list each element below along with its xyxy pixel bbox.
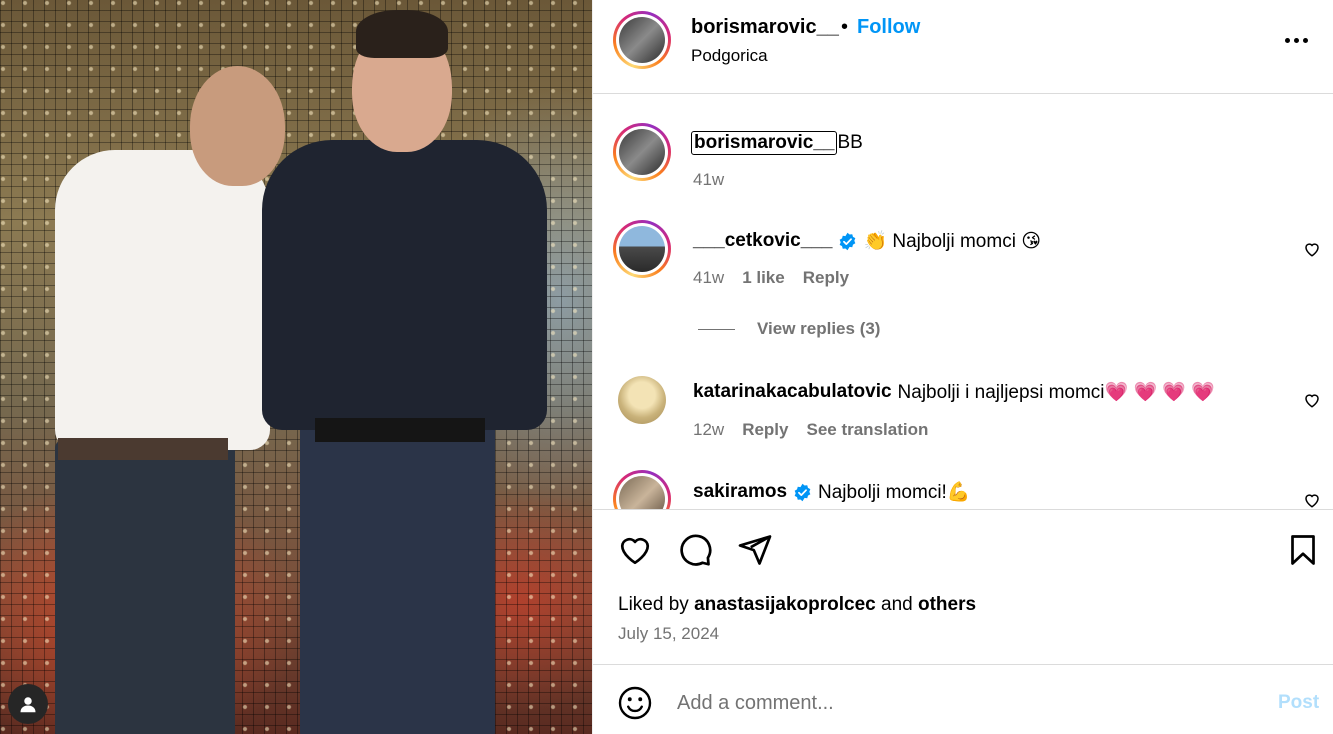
comment-text: 👏 Najbolji momci 😘 bbox=[863, 231, 1042, 252]
right-man-shirt bbox=[262, 140, 547, 430]
comment-time[interactable]: 12w bbox=[693, 420, 724, 440]
post-side-panel: borismarovic__ • Follow Podgorica borism… bbox=[592, 0, 1333, 734]
comment-meta: 12w Reply See translation bbox=[693, 420, 928, 440]
caption-username[interactable]: borismarovic__ bbox=[691, 131, 838, 155]
comment-username[interactable]: katarinakacabulatovic bbox=[693, 381, 892, 403]
post-location[interactable]: Podgorica bbox=[691, 46, 768, 66]
comment-avatar[interactable] bbox=[613, 470, 671, 509]
author-username[interactable]: borismarovic__ bbox=[691, 16, 839, 39]
comment-reply-button[interactable]: Reply bbox=[803, 268, 849, 288]
comment-input[interactable] bbox=[677, 688, 1267, 718]
left-man-belt bbox=[58, 438, 228, 460]
author-avatar[interactable] bbox=[613, 11, 671, 69]
comment-like-heart-icon[interactable] bbox=[1303, 391, 1321, 409]
post-photo[interactable] bbox=[0, 0, 592, 734]
verified-badge-icon bbox=[840, 232, 856, 250]
emoji-icon[interactable] bbox=[617, 685, 653, 721]
more-options-icon[interactable] bbox=[1285, 30, 1315, 50]
liked-by-prefix: Liked by bbox=[618, 594, 689, 615]
bookmark-icon[interactable] bbox=[1285, 532, 1321, 568]
comment-icon[interactable] bbox=[677, 532, 713, 568]
caption-avatar[interactable] bbox=[613, 123, 671, 181]
view-replies-button[interactable]: View replies (3) bbox=[698, 319, 880, 339]
heart-icon[interactable] bbox=[617, 532, 653, 568]
see-translation-button[interactable]: See translation bbox=[806, 420, 928, 440]
add-comment-bar: Post bbox=[593, 666, 1333, 734]
comment-line: sakiramos Najbolji momci!💪 bbox=[693, 480, 970, 504]
right-man-belt bbox=[315, 418, 485, 442]
right-man-trousers bbox=[300, 420, 495, 734]
send-icon[interactable] bbox=[737, 532, 773, 568]
comment-text: Najbolji i najljepsi momci💗 💗 💗 💗 bbox=[897, 382, 1215, 403]
post-date[interactable]: July 15, 2024 bbox=[618, 624, 719, 644]
view-replies-line bbox=[698, 328, 735, 330]
header-separator: • bbox=[841, 16, 849, 38]
liked-by-line: Liked by anastasijakoprolcec and others bbox=[618, 594, 976, 616]
comment-avatar[interactable] bbox=[618, 376, 666, 424]
caption-meta: 41w bbox=[693, 170, 724, 190]
caption-time[interactable]: 41w bbox=[693, 170, 724, 190]
post-comment-button[interactable]: Post bbox=[1278, 692, 1319, 714]
comment-username[interactable]: sakiramos bbox=[693, 481, 787, 503]
comment-meta: 41w 1 like Reply bbox=[693, 268, 849, 288]
comment-avatar[interactable] bbox=[613, 220, 671, 278]
tagged-users-button[interactable] bbox=[8, 684, 48, 724]
caption-text: BB bbox=[837, 132, 863, 153]
liked-by-others[interactable]: others bbox=[918, 594, 976, 615]
left-man-trousers bbox=[55, 440, 235, 734]
comments-list[interactable]: borismarovic__ BB 41w ___cetkovic___ 👏 Na… bbox=[593, 95, 1333, 509]
comment-line: ___cetkovic___ 👏 Najbolji momci 😘 bbox=[693, 229, 1041, 253]
right-man-hair bbox=[356, 10, 448, 58]
left-man-head bbox=[190, 66, 285, 186]
post-header: borismarovic__ • Follow Podgorica bbox=[593, 0, 1333, 94]
comment-reply-button[interactable]: Reply bbox=[742, 420, 788, 440]
comment-username[interactable]: ___cetkovic___ bbox=[693, 230, 832, 252]
liked-by-user[interactable]: anastasijakoprolcec bbox=[694, 594, 876, 615]
comment-likes[interactable]: 1 like bbox=[742, 268, 785, 288]
comment-like-heart-icon[interactable] bbox=[1303, 491, 1321, 509]
liked-by-conj: and bbox=[881, 594, 913, 615]
left-man-shirt bbox=[55, 150, 270, 450]
comment-text: Najbolji momci!💪 bbox=[818, 482, 971, 503]
caption-line: borismarovic__ BB bbox=[691, 131, 863, 155]
user-icon bbox=[20, 697, 36, 713]
comment-line: katarinakacabulatovic Najbolji i najljep… bbox=[693, 380, 1215, 404]
post-actions: Liked by anastasijakoprolcec and others … bbox=[593, 509, 1333, 665]
comment-time[interactable]: 41w bbox=[693, 268, 724, 288]
verified-badge-icon bbox=[794, 483, 811, 501]
comment-like-heart-icon[interactable] bbox=[1303, 240, 1321, 258]
follow-button[interactable]: Follow bbox=[857, 16, 920, 39]
view-replies-label: View replies (3) bbox=[757, 319, 881, 338]
